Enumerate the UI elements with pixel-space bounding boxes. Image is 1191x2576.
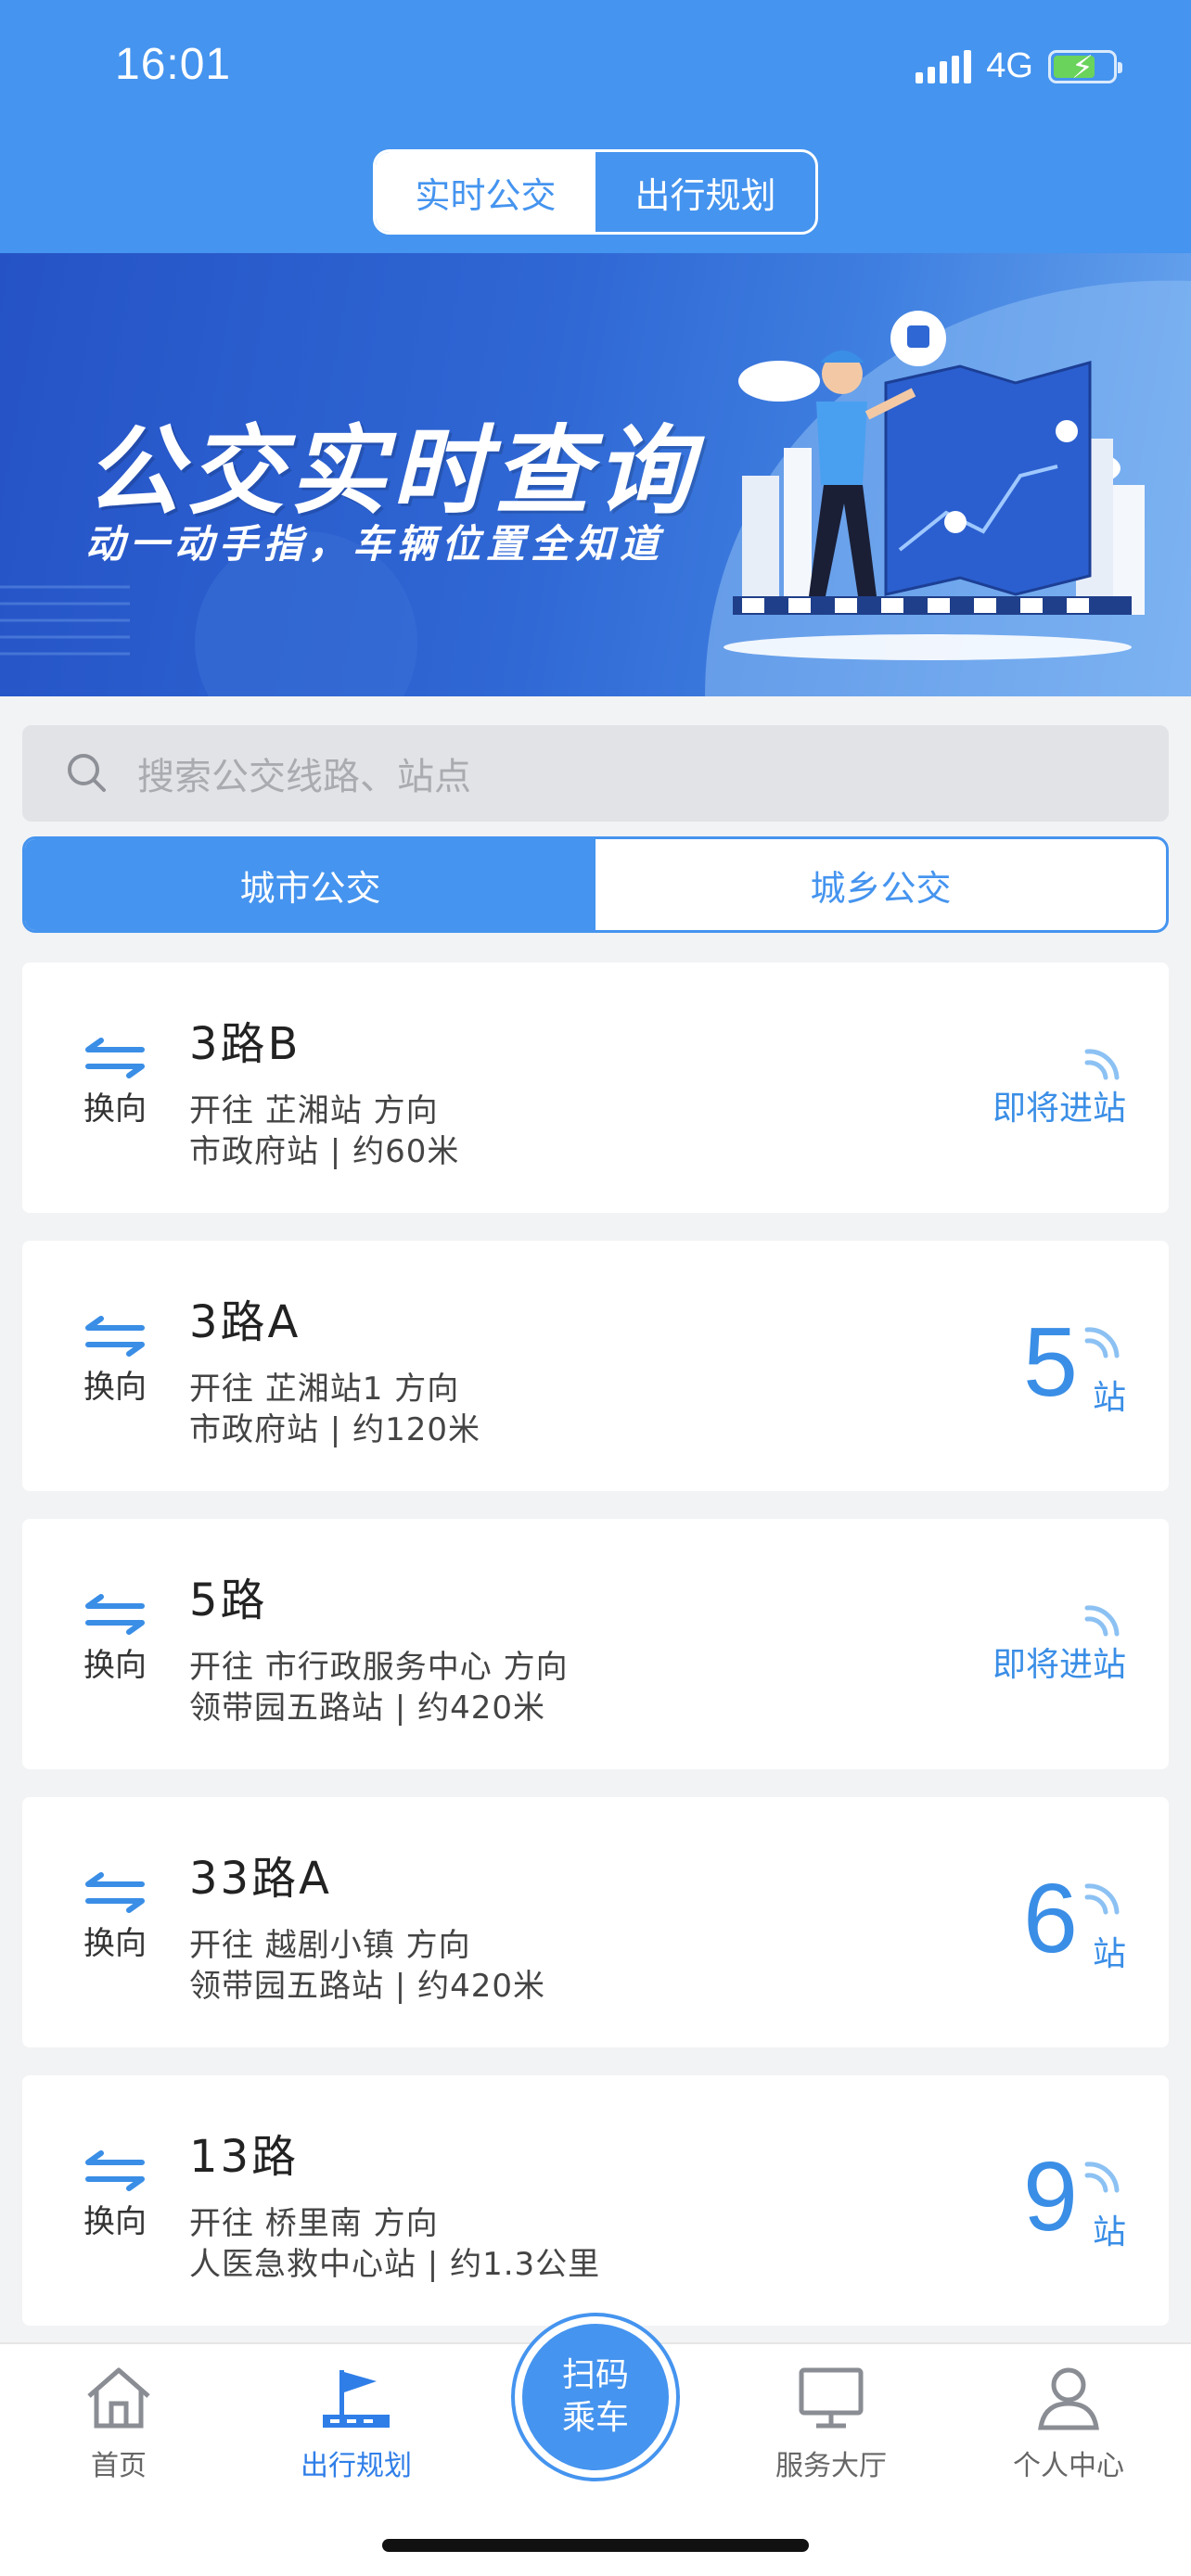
route-card[interactable]: 换向 3路B 开往 芷湘站 方向 市政府站 | 约60米 即将进站 <box>22 963 1169 1213</box>
search-bar[interactable]: 搜索公交线路、站点 <box>22 725 1169 822</box>
stops-away-count: 9 <box>1023 2142 1078 2251</box>
route-name: 33路A <box>189 1853 332 1905</box>
tab-profile[interactable]: 个人中心 <box>976 2363 1161 2483</box>
route-direction: 开往 桥里南 方向 <box>189 2205 439 2242</box>
tab-service-hall[interactable]: 服务大厅 <box>738 2363 924 2483</box>
tab-city-bus[interactable]: 城市公交 <box>25 839 596 930</box>
swap-direction-button[interactable]: 换向 <box>69 2149 161 2241</box>
home-indicator <box>382 2539 809 2552</box>
route-card[interactable]: 换向 3路A 开往 芷湘站1 方向 市政府站 | 约120米 5 站 <box>22 1241 1169 1491</box>
route-stop-distance: 领带园五路站 | 约420米 <box>189 1968 545 2005</box>
swap-direction-button[interactable]: 换向 <box>69 1593 161 1685</box>
tab-planning[interactable]: 出行规划 <box>263 2363 449 2483</box>
scan-button-line2: 乘车 <box>561 2399 629 2437</box>
stops-unit: 站 <box>1092 1935 1126 1973</box>
swap-arrows-icon <box>85 1316 145 1357</box>
swap-label: 换向 <box>83 2203 147 2240</box>
route-name: 3路B <box>189 1018 301 1070</box>
search-icon <box>68 754 106 792</box>
route-stop-distance: 人医急救中心站 | 约1.3公里 <box>189 2246 601 2283</box>
search-input[interactable]: 搜索公交线路、站点 <box>137 746 471 800</box>
tab-rural-bus[interactable]: 城乡公交 <box>596 839 1166 930</box>
network-label: 4G <box>986 46 1033 85</box>
signal-waves-icon <box>1084 1883 1120 1915</box>
swap-label: 换向 <box>83 1647 147 1684</box>
swap-label: 换向 <box>83 1925 147 1962</box>
home-icon <box>87 2367 150 2429</box>
signal-waves-icon <box>1084 1327 1120 1358</box>
route-name: 13路 <box>189 2131 300 2183</box>
tab-planning-label: 出行规划 <box>301 2450 412 2482</box>
stops-unit: 站 <box>1092 2213 1126 2251</box>
route-direction: 开往 市行政服务中心 方向 <box>189 1649 569 1686</box>
bus-type-segment: 城市公交 城乡公交 <box>22 836 1169 933</box>
swap-direction-button[interactable]: 换向 <box>69 1037 161 1129</box>
signal-waves-icon <box>1084 1605 1120 1637</box>
swap-arrows-icon <box>85 1872 145 1913</box>
tab-service-label: 服务大厅 <box>775 2450 887 2482</box>
scan-to-ride-button[interactable]: 扫码 乘车 <box>515 2316 676 2478</box>
route-direction: 开往 越剧小镇 方向 <box>189 1927 471 1964</box>
stops-away-count: 5 <box>1023 1307 1078 1417</box>
tab-profile-label: 个人中心 <box>1013 2450 1124 2482</box>
banner-subtitle: 动一动手指，车辆位置全知道 <box>85 521 665 567</box>
route-card[interactable]: 换向 33路A 开往 越剧小镇 方向 领带园五路站 | 约420米 6 站 <box>22 1797 1169 2047</box>
swap-arrows-icon <box>85 1594 145 1635</box>
signal-waves-icon <box>1084 2162 1120 2193</box>
route-stop-distance: 市政府站 | 约60米 <box>189 1133 460 1170</box>
route-name: 5路 <box>189 1575 268 1626</box>
tab-trip-planning[interactable]: 出行规划 <box>596 152 815 232</box>
battery-icon: ⚡ <box>1048 49 1122 86</box>
tab-realtime-bus[interactable]: 实时公交 <box>376 152 596 232</box>
swap-direction-button[interactable]: 换向 <box>69 1315 161 1407</box>
route-card[interactable]: 换向 13路 开往 桥里南 方向 人医急救中心站 | 约1.3公里 9 站 <box>22 2075 1169 2326</box>
signal-icon <box>916 49 972 83</box>
flag-icon <box>323 2370 390 2428</box>
arriving-status: 即将进站 <box>992 1090 1126 1128</box>
monitor-icon <box>799 2367 864 2429</box>
banner-title: 公交实时查询 <box>85 414 698 528</box>
swap-direction-button[interactable]: 换向 <box>69 1871 161 1963</box>
stops-unit: 站 <box>1092 1379 1126 1417</box>
swap-arrows-icon <box>85 1038 145 1078</box>
header: 16:01 4G ⚡ 实时公交 出行规划 <box>0 0 1191 253</box>
user-icon <box>1038 2367 1099 2430</box>
status-icons: 4G ⚡ <box>916 46 1122 86</box>
stops-away-count: 6 <box>1023 1864 1078 1973</box>
swap-label: 换向 <box>83 1369 147 1406</box>
route-name: 3路A <box>189 1296 301 1348</box>
swap-label: 换向 <box>83 1090 147 1128</box>
status-time: 16:01 <box>115 40 232 89</box>
route-direction: 开往 芷湘站 方向 <box>189 1092 439 1129</box>
route-stop-distance: 市政府站 | 约120米 <box>189 1411 480 1448</box>
signal-waves-icon <box>1084 1049 1120 1080</box>
promo-banner[interactable]: 公交实时查询 动一动手指，车辆位置全知道 <box>0 253 1191 696</box>
route-stop-distance: 领带园五路站 | 约420米 <box>189 1690 545 1727</box>
swap-arrows-icon <box>85 2150 145 2191</box>
top-segment-control: 实时公交 出行规划 <box>373 149 818 235</box>
scan-button-line1: 扫码 <box>561 2356 629 2394</box>
arriving-status: 即将进站 <box>992 1646 1126 1684</box>
route-direction: 开往 芷湘站1 方向 <box>189 1371 460 1408</box>
tab-home[interactable]: 首页 <box>26 2363 211 2483</box>
route-card[interactable]: 换向 5路 开往 市行政服务中心 方向 领带园五路站 | 约420米 即将进站 <box>22 1519 1169 1769</box>
tab-home-label: 首页 <box>91 2450 147 2482</box>
